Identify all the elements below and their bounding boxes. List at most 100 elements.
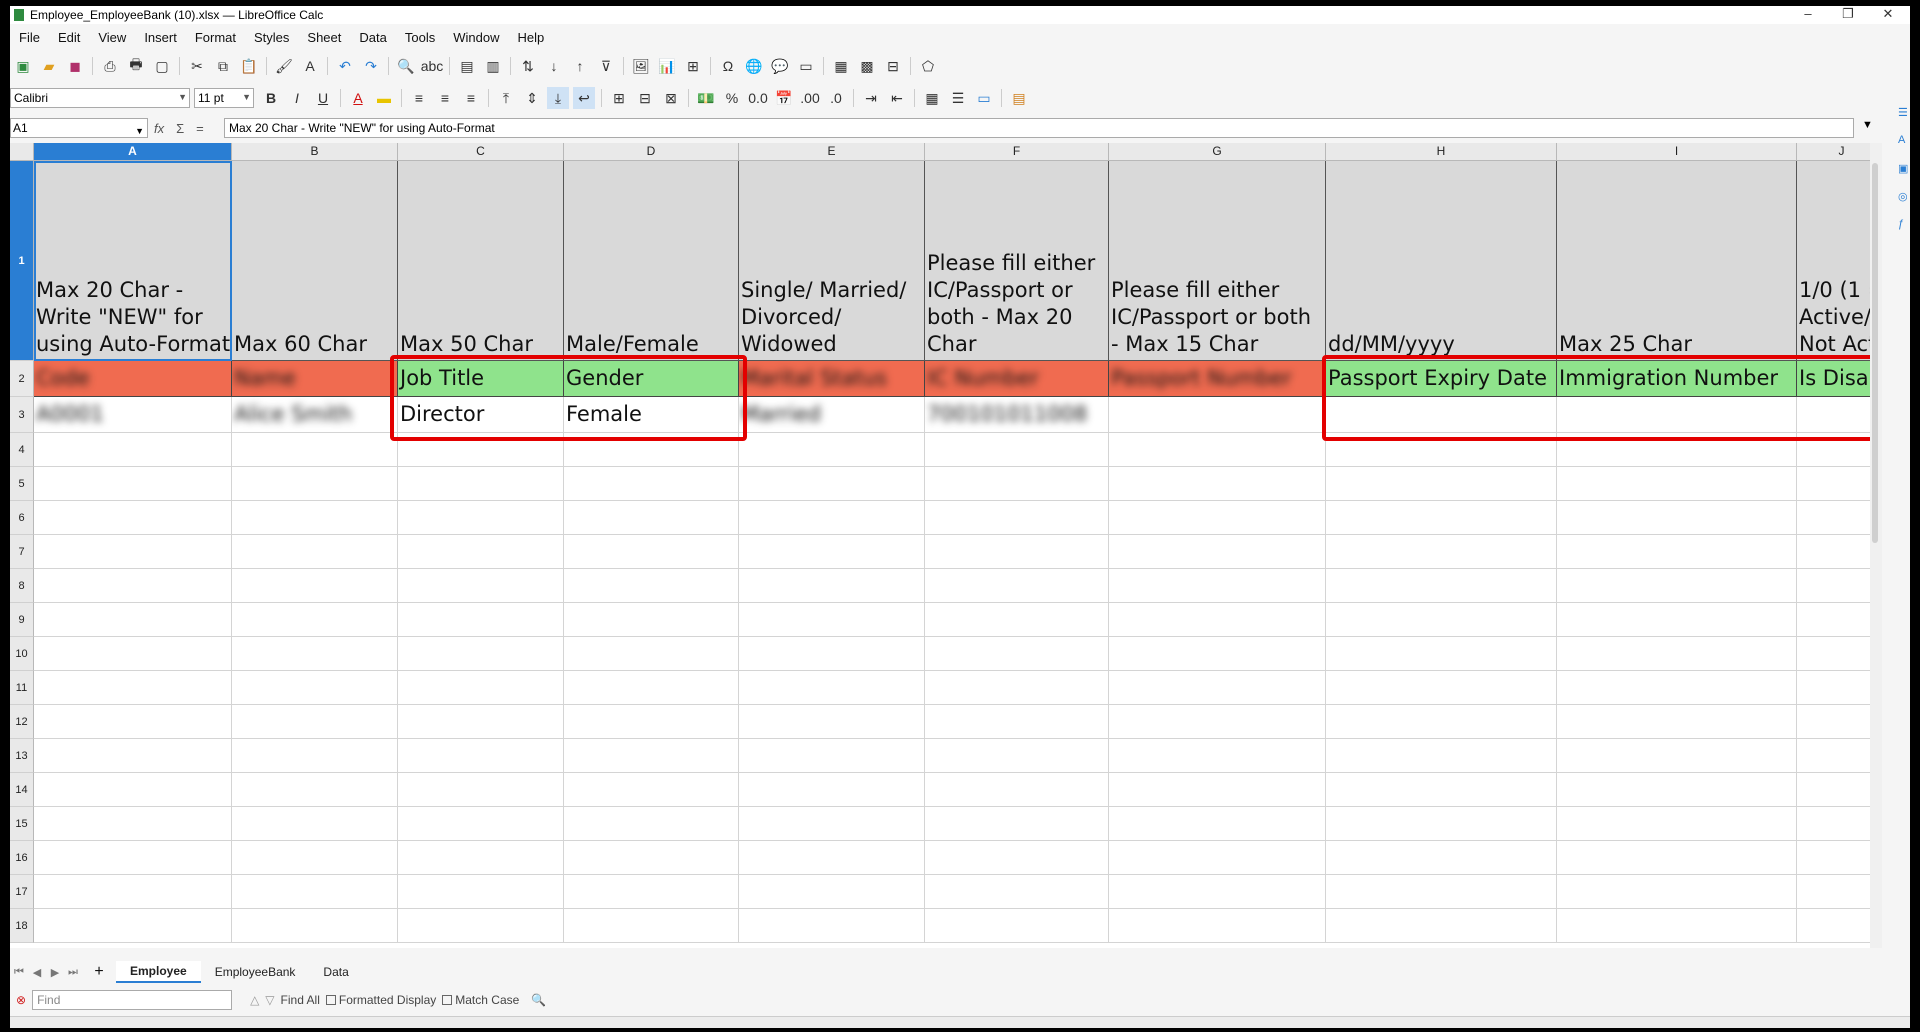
navigator-icon[interactable]: ◎ [1898, 190, 1910, 203]
empty-cell[interactable] [1326, 909, 1557, 943]
cell-b3[interactable]: Alice Smith [232, 397, 398, 433]
underline-icon[interactable]: U [312, 87, 334, 109]
cell-f2[interactable]: IC Number [925, 361, 1109, 397]
increase-indent-icon[interactable]: ⇥ [860, 87, 882, 109]
column-header-c[interactable]: C [398, 143, 564, 161]
empty-cell[interactable] [398, 705, 564, 739]
percent-format-icon[interactable]: % [721, 87, 743, 109]
empty-cell[interactable] [564, 535, 739, 569]
align-top-icon[interactable]: ⤒ [495, 87, 517, 109]
column-header-f[interactable]: F [925, 143, 1109, 161]
empty-cell[interactable] [398, 501, 564, 535]
name-box[interactable]: A1 ▼ [10, 118, 148, 138]
empty-cell[interactable] [1557, 467, 1797, 501]
menu-sheet[interactable]: Sheet [298, 30, 350, 45]
cell-i1[interactable]: Max 25 Char [1557, 161, 1797, 361]
show-draw-functions-icon[interactable]: ⬠ [917, 55, 939, 77]
empty-cell[interactable] [1797, 569, 1870, 603]
empty-cell[interactable] [34, 841, 232, 875]
empty-cell[interactable] [925, 467, 1109, 501]
empty-cell[interactable] [1557, 569, 1797, 603]
empty-cell[interactable] [1557, 807, 1797, 841]
tab-employee[interactable]: Employee [116, 961, 201, 983]
styles-icon[interactable]: A [1898, 134, 1910, 146]
empty-cell[interactable] [1326, 705, 1557, 739]
empty-cell[interactable] [398, 637, 564, 671]
align-left-icon[interactable]: ≡ [408, 87, 430, 109]
number-format-icon[interactable]: 0.0 [747, 87, 769, 109]
empty-cell[interactable] [232, 705, 398, 739]
empty-cell[interactable] [1109, 501, 1326, 535]
font-name-combo[interactable]: Calibri ▼ [10, 88, 190, 108]
highlight-color-icon[interactable]: ▬ [373, 87, 395, 109]
save-icon[interactable]: ◼ [64, 55, 86, 77]
empty-cell[interactable] [564, 637, 739, 671]
cell-j3[interactable] [1797, 397, 1870, 433]
empty-cell[interactable] [1109, 467, 1326, 501]
menu-tools[interactable]: Tools [396, 30, 444, 45]
empty-cell[interactable] [1326, 637, 1557, 671]
open-folder-icon[interactable]: ▰ [38, 55, 60, 77]
empty-cell[interactable] [1557, 637, 1797, 671]
empty-cell[interactable] [398, 671, 564, 705]
empty-cell[interactable] [925, 807, 1109, 841]
match-case-checkbox[interactable] [442, 995, 453, 1005]
menu-help[interactable]: Help [508, 30, 553, 45]
empty-cell[interactable] [564, 705, 739, 739]
empty-cell[interactable] [34, 875, 232, 909]
new-document-icon[interactable]: ▣ [12, 55, 34, 77]
empty-cell[interactable] [398, 909, 564, 943]
column-icon[interactable]: ▥ [482, 55, 504, 77]
decrease-indent-icon[interactable]: ⇤ [886, 87, 908, 109]
scrollbar-thumb[interactable] [1872, 163, 1878, 543]
empty-cell[interactable] [1797, 433, 1870, 467]
empty-cell[interactable] [398, 467, 564, 501]
sort-ascending-icon[interactable]: ↓ [543, 55, 565, 77]
empty-cell[interactable] [232, 535, 398, 569]
empty-cell[interactable] [1109, 875, 1326, 909]
column-header-h[interactable]: H [1326, 143, 1557, 161]
copy-icon[interactable]: ⧉ [212, 55, 234, 77]
find-next-icon[interactable]: ▽ [265, 993, 274, 1007]
empty-cell[interactable] [739, 807, 925, 841]
align-bottom-icon[interactable]: ⤓ [547, 87, 569, 109]
empty-cell[interactable] [1109, 705, 1326, 739]
close-find-icon[interactable]: ⊗ [16, 993, 26, 1007]
empty-cell[interactable] [1557, 739, 1797, 773]
font-color-icon[interactable]: A [347, 87, 369, 109]
cell-i2[interactable]: Immigration Number [1557, 361, 1797, 397]
empty-cell[interactable] [1326, 569, 1557, 603]
merge-cells-icon[interactable]: ⊞ [608, 87, 630, 109]
empty-cell[interactable] [925, 603, 1109, 637]
empty-cell[interactable] [398, 569, 564, 603]
empty-cell[interactable] [739, 603, 925, 637]
empty-cell[interactable] [564, 909, 739, 943]
empty-cell[interactable] [34, 739, 232, 773]
cell-g3[interactable] [1109, 397, 1326, 433]
tab-employeebank[interactable]: EmployeeBank [201, 962, 310, 982]
empty-cell[interactable] [34, 637, 232, 671]
row-header-17[interactable]: 17 [10, 875, 34, 909]
row-header-3[interactable]: 3 [10, 397, 34, 433]
empty-cell[interactable] [1797, 875, 1870, 909]
empty-cell[interactable] [739, 841, 925, 875]
insert-image-icon[interactable]: 🖼 [630, 55, 652, 77]
empty-cell[interactable] [925, 739, 1109, 773]
empty-cell[interactable] [1326, 739, 1557, 773]
undo-icon[interactable]: ↶ [334, 55, 356, 77]
empty-cell[interactable] [232, 501, 398, 535]
row-header-1[interactable]: 1 [10, 161, 34, 361]
borders-icon[interactable]: ▦ [921, 87, 943, 109]
find-replace-icon[interactable]: 🔍 [395, 55, 417, 77]
maximize-button[interactable]: ❐ [1828, 6, 1868, 24]
menu-format[interactable]: Format [186, 30, 245, 45]
empty-cell[interactable] [564, 467, 739, 501]
empty-cell[interactable] [232, 841, 398, 875]
empty-cell[interactable] [1557, 603, 1797, 637]
column-header-j[interactable]: J [1797, 143, 1870, 161]
cell-a2[interactable]: Code [34, 361, 232, 397]
find-replace-icon[interactable]: 🔍 [531, 993, 546, 1007]
row-header-2[interactable]: 2 [10, 361, 34, 397]
empty-cell[interactable] [564, 569, 739, 603]
row-icon[interactable]: ▤ [456, 55, 478, 77]
